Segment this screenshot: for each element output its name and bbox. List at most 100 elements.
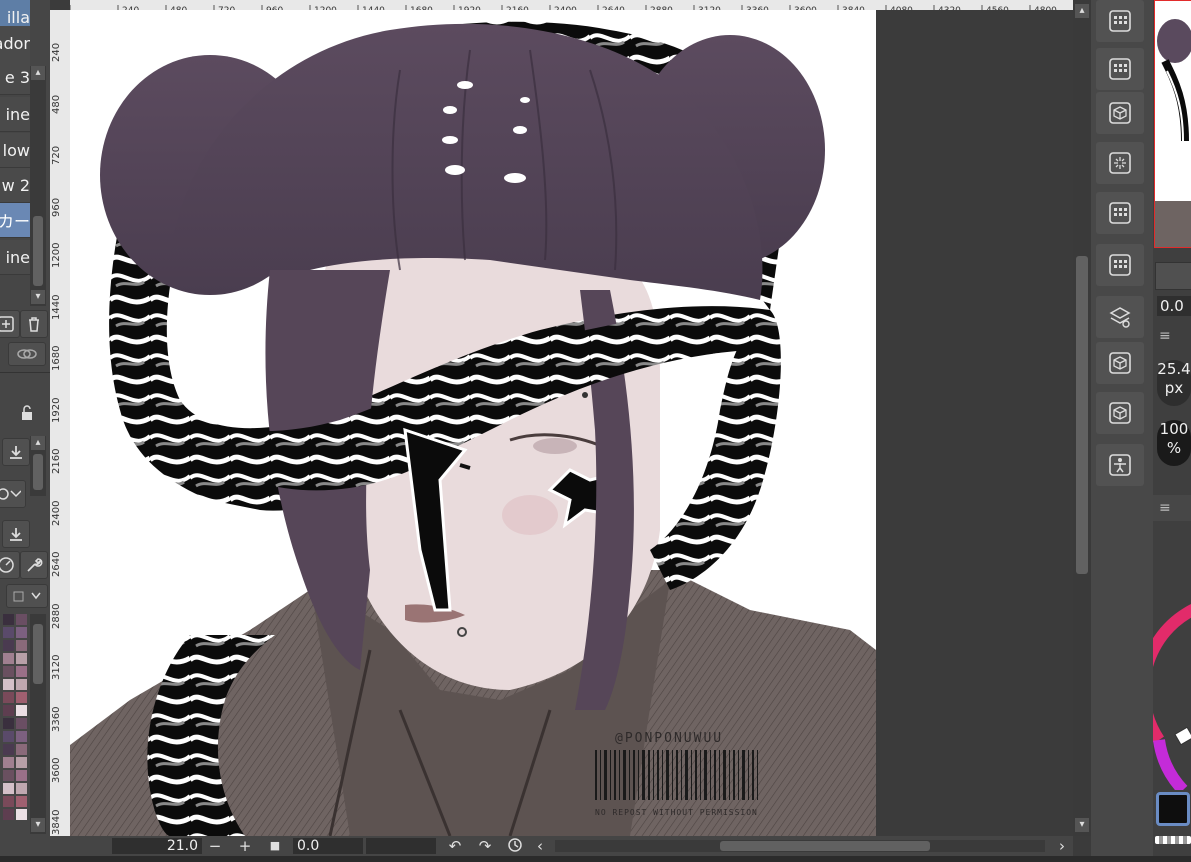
- layer-search-icon[interactable]: [1096, 296, 1144, 338]
- rotate-icon[interactable]: [0, 551, 20, 579]
- palette-swatch[interactable]: [3, 796, 14, 807]
- palette-swatch[interactable]: [3, 692, 14, 703]
- layer-item[interactable]: ine: [0, 97, 30, 132]
- 3d-object-icon[interactable]: [1096, 392, 1144, 434]
- palette-swatch[interactable]: [3, 770, 14, 781]
- palette-swatch[interactable]: [16, 627, 27, 638]
- scroll-down-icon[interactable]: ▾: [31, 290, 45, 304]
- canvas-vertical-scrollbar[interactable]: ▴ ▾: [1073, 0, 1091, 836]
- blend-mode-dropdown[interactable]: [0, 480, 26, 508]
- zoom-field[interactable]: 21.0: [112, 838, 202, 854]
- reset-rotation-icon[interactable]: [505, 837, 525, 855]
- ruler-label: 1680: [51, 345, 62, 371]
- scroll-right-button[interactable]: ›: [1052, 837, 1072, 855]
- palette-swatch[interactable]: [16, 783, 27, 794]
- grid-panel-icon[interactable]: [1096, 192, 1144, 234]
- palette-swatch[interactable]: [16, 796, 27, 807]
- zoom-out-button[interactable]: −: [205, 837, 225, 855]
- palette-swatch[interactable]: [3, 627, 14, 638]
- palette-swatch[interactable]: [3, 666, 14, 677]
- layer-item[interactable]: ine: [0, 240, 30, 275]
- palette-swatch[interactable]: [3, 640, 14, 651]
- palette-dropdown[interactable]: [6, 584, 48, 608]
- import-icon[interactable]: [2, 438, 30, 466]
- palette-swatch[interactable]: [16, 809, 27, 820]
- palette-swatch[interactable]: [3, 718, 14, 729]
- lock-icon[interactable]: [14, 400, 40, 426]
- delete-layer-icon[interactable]: [20, 310, 48, 338]
- angle-slider[interactable]: [366, 838, 436, 854]
- scroll-thumb[interactable]: [33, 624, 43, 684]
- fit-to-window-button[interactable]: ■: [265, 837, 285, 855]
- canvas-viewport[interactable]: @PONPONUWUU NO REPOST WITHOUT PERMISSION: [70, 10, 1073, 836]
- palette-swatch[interactable]: [3, 783, 14, 794]
- panel-menu-icon[interactable]: ≡: [1159, 328, 1171, 344]
- zoom-in-button[interactable]: +: [235, 837, 255, 855]
- palette-swatch[interactable]: [16, 679, 27, 690]
- pose-figure-icon[interactable]: [1096, 444, 1144, 486]
- wrench-icon[interactable]: [20, 551, 48, 579]
- layer-item[interactable]: cador: [0, 26, 30, 61]
- effects-icon[interactable]: [1096, 142, 1144, 184]
- palette-swatch[interactable]: [3, 679, 14, 690]
- scroll-up-icon[interactable]: ▴: [31, 436, 45, 450]
- rotate-left-button[interactable]: ↶: [445, 837, 465, 855]
- rotate-right-button[interactable]: ↷: [475, 837, 495, 855]
- palette-swatch[interactable]: [16, 757, 27, 768]
- palette-swatch[interactable]: [3, 614, 14, 625]
- import-icon[interactable]: [2, 520, 30, 548]
- opacity-indicator[interactable]: 100 %: [1157, 420, 1191, 466]
- palette-swatch[interactable]: [3, 809, 14, 820]
- palette-swatch[interactable]: [16, 614, 27, 625]
- palette-swatch[interactable]: [3, 757, 14, 768]
- scroll-thumb[interactable]: [1076, 256, 1088, 574]
- brush-size-indicator[interactable]: 25.4 px: [1157, 360, 1191, 406]
- scroll-thumb[interactable]: [33, 216, 43, 286]
- new-layer-icon[interactable]: [0, 310, 20, 338]
- main-color-swatch[interactable]: [1156, 792, 1190, 826]
- palette-swatch[interactable]: [3, 653, 14, 664]
- 3d-object-icon[interactable]: [1096, 342, 1144, 384]
- rotation-value-field[interactable]: 0.0: [1157, 296, 1191, 316]
- palette-swatch[interactable]: [16, 666, 27, 677]
- palette-swatch[interactable]: [3, 744, 14, 755]
- grid-panel-icon[interactable]: [1096, 0, 1144, 42]
- layer-item[interactable]: low: [0, 133, 30, 168]
- scroll-up-icon[interactable]: ▴: [31, 66, 45, 80]
- layer-list-scrollbar[interactable]: ▴ ▾: [30, 66, 46, 306]
- palette-swatch[interactable]: [16, 653, 27, 664]
- panel-menu-icon[interactable]: ≡: [1159, 500, 1171, 516]
- grid-panel-icon[interactable]: [1096, 244, 1144, 286]
- ruler-label: 1200: [51, 242, 62, 268]
- 3d-object-icon[interactable]: [1096, 92, 1144, 134]
- transparent-color-swatch[interactable]: [1155, 836, 1191, 844]
- angle-field[interactable]: 0.0: [293, 838, 363, 854]
- palette-swatch[interactable]: [16, 705, 27, 716]
- scroll-down-icon[interactable]: ▾: [1075, 818, 1089, 832]
- palette-swatch[interactable]: [16, 640, 27, 651]
- artwork-canvas[interactable]: @PONPONUWUU NO REPOST WITHOUT PERMISSION: [70, 10, 876, 836]
- palette-scrollbar[interactable]: ▾: [30, 614, 46, 834]
- layer-item[interactable]: e 3: [0, 60, 30, 95]
- canvas-horizontal-scrollbar[interactable]: [555, 840, 1045, 852]
- palette-swatch[interactable]: [16, 718, 27, 729]
- scroll-up-icon[interactable]: ▴: [1075, 4, 1089, 18]
- palette-swatch[interactable]: [3, 705, 14, 716]
- palette-swatch[interactable]: [16, 744, 27, 755]
- navigator-preview[interactable]: [1154, 0, 1191, 248]
- link-icon[interactable]: [8, 342, 46, 366]
- palette-swatch[interactable]: [3, 731, 14, 742]
- scroll-thumb[interactable]: [720, 841, 930, 851]
- layer-item[interactable]: w 2: [0, 168, 30, 203]
- palette-swatch[interactable]: [16, 770, 27, 781]
- property-scrollbar[interactable]: ▴: [30, 436, 46, 496]
- scroll-down-icon[interactable]: ▾: [31, 818, 45, 832]
- layer-item[interactable]: カー: [0, 203, 30, 238]
- color-wheel[interactable]: [1153, 590, 1191, 795]
- palette-swatch[interactable]: [16, 731, 27, 742]
- navigator-slider[interactable]: [1155, 262, 1191, 290]
- scroll-left-button[interactable]: ‹: [530, 837, 550, 855]
- grid-panel-icon[interactable]: [1096, 48, 1144, 90]
- scroll-thumb[interactable]: [33, 454, 43, 490]
- palette-swatch[interactable]: [16, 692, 27, 703]
